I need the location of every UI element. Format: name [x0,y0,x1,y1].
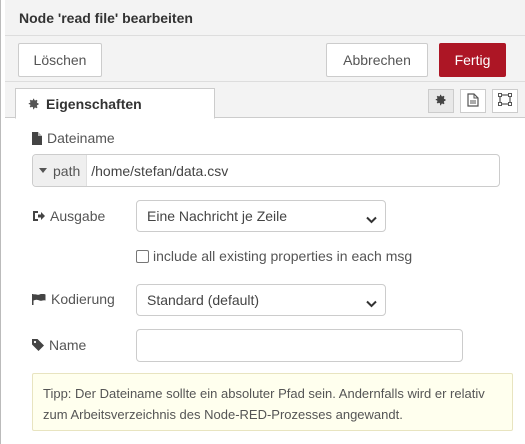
form-content: Dateiname path /home/stefan/data.csv Aus… [5,118,525,444]
filename-typed-input[interactable]: path /home/stefan/data.csv [32,154,500,187]
output-label: Ausgabe [32,208,105,224]
caret-down-icon [39,168,47,173]
done-button[interactable]: Fertig [439,43,506,77]
encoding-select[interactable]: Standard (default) [136,284,386,316]
tab-properties-label: Eigenschaften [46,95,142,112]
include-properties-checkbox[interactable] [136,249,149,263]
tip-box: Tipp: Der Dateiname sollte ein absoluter… [32,373,513,431]
filename-value: /home/stefan/data.csv [91,162,229,179]
path-type-selector[interactable]: path [33,155,88,186]
tab-appearance[interactable] [492,89,518,113]
tab-settings[interactable] [428,89,454,113]
encoding-label: Kodierung [32,291,115,307]
tray-toolbar: Löschen Abbrechen Fertig [5,36,525,82]
include-properties-row: include all existing properties in each … [136,248,412,264]
filename-label: Dateiname [32,130,115,146]
tray-title: Node 'read file' bearbeiten [19,10,193,26]
chevron-down-icon [366,211,377,227]
file-icon [32,131,42,145]
delete-button[interactable]: Löschen [18,43,102,77]
output-select[interactable]: Eine Nachricht je Zeile [136,200,386,232]
tray-header: Node 'read file' bearbeiten [5,0,525,36]
tab-bar: Eigenschaften [5,82,525,119]
tab-description[interactable] [460,89,486,113]
tag-icon [32,339,44,351]
include-properties-label: include all existing properties in each … [153,248,413,264]
gear-icon [435,93,447,109]
flag-icon [32,293,46,305]
name-label: Name [32,337,86,353]
name-input[interactable] [136,329,463,362]
frame-icon [498,93,512,109]
gear-icon [28,98,40,110]
sign-out-icon [32,210,45,222]
cancel-button[interactable]: Abbrechen [326,43,428,77]
edit-tray: Node 'read file' bearbeiten Löschen Abbr… [0,0,525,444]
chevron-down-icon [366,295,377,311]
tab-icon-group [428,89,518,113]
tab-properties[interactable]: Eigenschaften [15,88,215,119]
document-icon [467,92,479,110]
